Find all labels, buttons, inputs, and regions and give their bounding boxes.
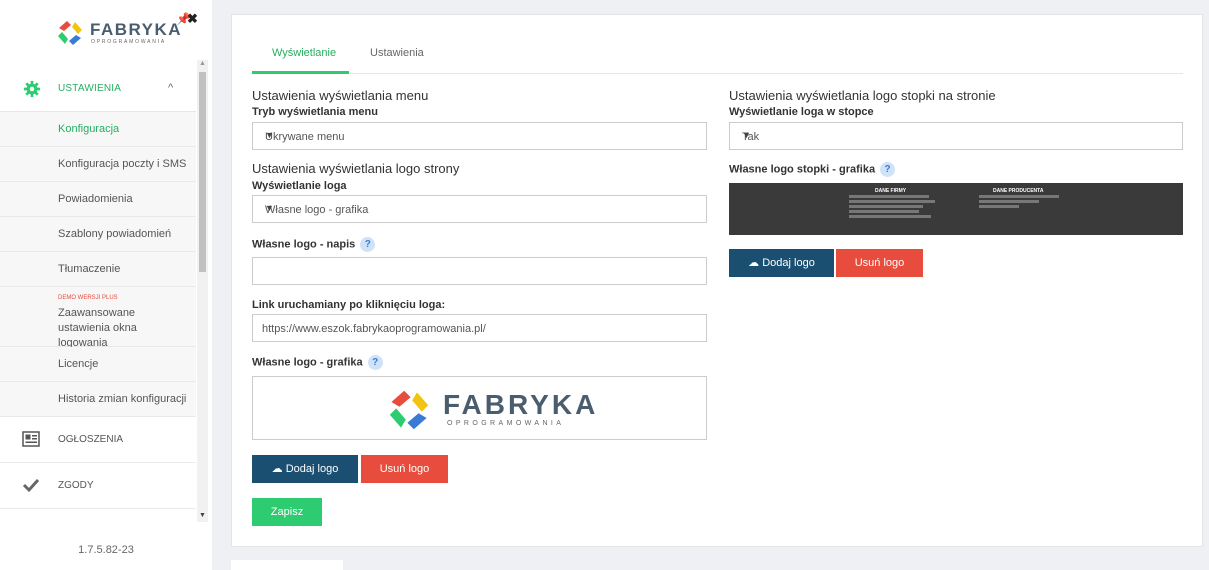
menu-mode-label: Tryb wyświetlania menu [252, 106, 378, 118]
preview-brand-subtitle: OPROGRAMOWANIA [447, 420, 565, 427]
sidebar-item-label: USTAWIENIA [58, 83, 122, 94]
save-button[interactable]: Zapisz [252, 498, 322, 526]
pin-icon[interactable]: 📌 [176, 13, 191, 27]
sidebar-item-label: Konfiguracja poczty i SMS [58, 158, 187, 170]
sidebar-item-settings[interactable]: USTAWIENIA ^ [0, 68, 196, 112]
menu-mode-select[interactable]: Ukrywane menu ▼ [252, 122, 707, 150]
preview-brand-name: FABRYKA [443, 389, 599, 420]
cloud-upload-icon: ☁ [271, 463, 283, 475]
sidebar-item-label: OGŁOSZENIA [58, 434, 124, 445]
sidebar-item-label: ZGODY [58, 480, 94, 491]
tab-settings[interactable]: Ustawienia [370, 47, 424, 59]
sidebar-item-label: Licencje [58, 358, 99, 370]
logo-text-label: Własne logo - napis? [252, 237, 376, 252]
sidebar-item-templates[interactable]: Szablony powiadomień [0, 217, 196, 252]
logo-link-input[interactable]: https://www.eszok.fabrykaoprogramowania.… [252, 314, 707, 342]
menu-section-heading: Ustawienia wyświetlania menu [252, 88, 429, 103]
app-version: 1.7.5.82-23 [78, 544, 134, 556]
scroll-up-icon[interactable]: ▲ [197, 60, 208, 70]
chevron-up-icon: ^ [168, 82, 174, 94]
sidebar-item-notifications[interactable]: Powiadomienia [0, 182, 196, 217]
footer-graphic-label: Własne logo stopki - grafika? [729, 162, 896, 177]
logo-link-value: https://www.eszok.fabrykaoprogramowania.… [262, 323, 486, 335]
sidebar-item-label: Zaawansowane ustawienia okna logowania [58, 307, 137, 349]
logo-section-heading: Ustawienia wyświetlania logo strony [252, 161, 460, 176]
sidebar-item-licenses[interactable]: Licencje [0, 347, 196, 382]
logo-graphic-label-text: Własne logo - grafika [252, 356, 363, 369]
tab-bar: Wyświetlanie Ustawienia [252, 15, 1183, 74]
help-icon[interactable]: ? [367, 355, 383, 370]
newspaper-icon [22, 431, 40, 447]
footer-col2-title: DANE PRODUCENTA [993, 188, 1044, 194]
remove-logo-button[interactable]: Usuń logo [361, 455, 448, 483]
sidebar-item-translation[interactable]: Tłumaczenie [0, 252, 196, 287]
remove-footer-logo-button[interactable]: Usuń logo [836, 249, 923, 277]
sidebar-menu: USTAWIENIA ^ Konfiguracja Konfiguracja p… [0, 68, 196, 521]
logo-text-label-text: Własne logo - napis [252, 238, 356, 251]
add-logo-label: Dodaj logo [285, 463, 339, 475]
sidebar-item-label: Szablony powiadomień [58, 228, 172, 240]
logo-display-label: Wyświetlanie loga [252, 180, 347, 192]
tab-display[interactable]: Wyświetlanie [272, 47, 336, 59]
footer-display-select[interactable]: Tak ▼ [729, 122, 1183, 150]
add-logo-button[interactable]: ☁ Dodaj logo [252, 455, 358, 483]
chevron-down-icon: ▼ [742, 130, 751, 140]
logo-display-select[interactable]: Własne logo - grafika ▼ [252, 195, 707, 223]
footer-col2-text [979, 195, 1069, 208]
bottom-tab [231, 560, 343, 570]
sidebar-item-label: Powiadomienia [58, 193, 133, 205]
chevron-down-icon: ▼ [265, 130, 274, 140]
logo-text-input[interactable] [252, 257, 707, 285]
gear-icon [23, 80, 41, 98]
check-icon [22, 478, 40, 493]
active-tab-indicator [252, 71, 349, 74]
sidebar-logo[interactable]: FABRYKA OPROGRAMOWANIA [0, 0, 212, 60]
footer-section-heading: Ustawienia wyświetlania logo stopki na s… [729, 88, 996, 103]
footer-col1-text [849, 195, 939, 218]
settings-card: Wyświetlanie Ustawienia Ustawienia wyświ… [231, 14, 1203, 547]
footer-display-label: Wyświetlanie loga w stopce [729, 106, 874, 118]
close-icon[interactable]: ✖ [187, 11, 198, 27]
demo-badge: DEMO WERSJI PLUS [58, 295, 118, 301]
scroll-thumb[interactable] [199, 72, 206, 272]
sidebar-item-history[interactable]: Historia zmian konfiguracji [0, 382, 196, 417]
brand-subtitle: OPROGRAMOWANIA [91, 39, 167, 45]
help-icon[interactable]: ? [360, 237, 376, 252]
add-footer-logo-button[interactable]: ☁ Dodaj logo [729, 249, 834, 277]
sidebar-item-mail-sms[interactable]: Konfiguracja poczty i SMS [0, 147, 196, 182]
sidebar-item-announcements[interactable]: OGŁOSZENIA [0, 417, 196, 463]
sidebar-item-consents[interactable]: ZGODY [0, 463, 196, 509]
help-icon[interactable]: ? [880, 162, 896, 177]
sidebar-item-konfiguracja[interactable]: Konfiguracja [0, 112, 196, 147]
logo-link-label: Link uruchamiany po kliknięciu loga: [252, 299, 446, 311]
sidebar-item-label: Konfiguracja [58, 123, 120, 135]
sidebar: FABRYKA OPROGRAMOWANIA 📌 ✖ USTAWIENIA ^ … [0, 0, 212, 570]
footer-logo-preview: DANE FIRMY DANE PRODUCENTA [729, 183, 1183, 235]
footer-graphic-label-text: Własne logo stopki - grafika [729, 163, 876, 176]
logo-preview: FABRYKA OPROGRAMOWANIA [252, 376, 707, 440]
add-footer-logo-label: Dodaj logo [762, 257, 815, 269]
cloud-upload-icon: ☁ [748, 257, 760, 269]
sidebar-item-label: Tłumaczenie [58, 263, 121, 275]
brand-logo-icon [58, 21, 82, 45]
scroll-down-icon[interactable]: ▼ [197, 512, 208, 522]
sidebar-item-label: Historia zmian konfiguracji [58, 393, 187, 405]
sidebar-item-advanced-login[interactable]: DEMO WERSJI PLUS Zaawansowane ustawienia… [0, 287, 196, 349]
brand-logo-icon [389, 390, 429, 430]
footer-col1-title: DANE FIRMY [875, 188, 907, 194]
logo-graphic-label: Własne logo - grafika? [252, 355, 383, 370]
sidebar-scrollbar[interactable]: ▲ ▼ [197, 60, 208, 522]
brand-name: FABRYKA [90, 20, 183, 39]
chevron-down-icon: ▼ [265, 203, 274, 213]
